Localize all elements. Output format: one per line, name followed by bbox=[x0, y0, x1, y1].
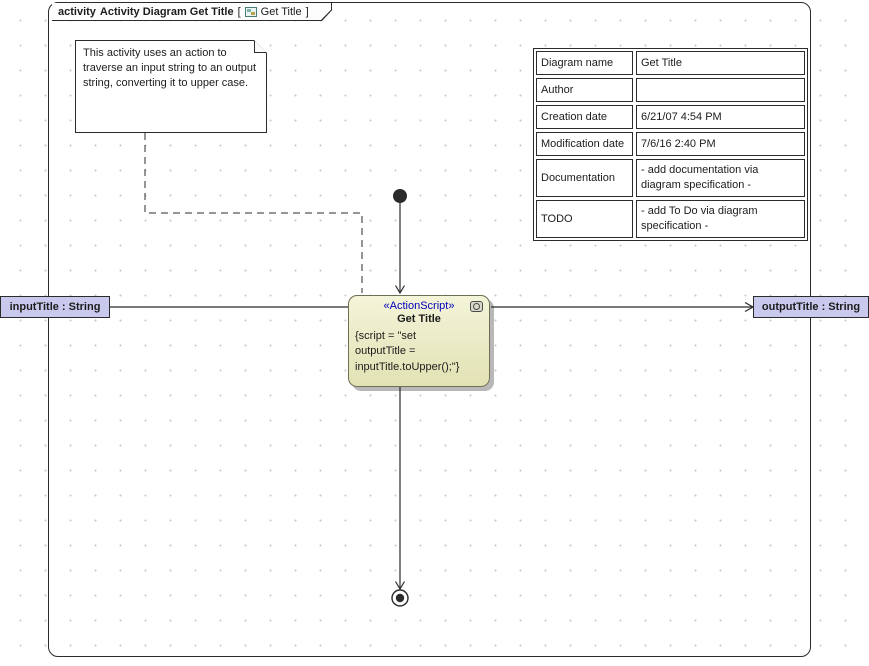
table-label-author: Author bbox=[536, 78, 633, 102]
action-script-line1: {script = "set bbox=[355, 329, 489, 344]
table-label-documentation: Documentation bbox=[536, 159, 633, 197]
table-label-todo: TODO bbox=[536, 200, 633, 238]
frame-keyword: activity bbox=[58, 6, 96, 18]
frame-context-close: ] bbox=[306, 6, 309, 18]
table-value-diagram-name: Get Title bbox=[636, 51, 805, 75]
table-label-modification-date: Modification date bbox=[536, 132, 633, 156]
table-value-todo: - add To Do via diagram specification - bbox=[636, 200, 805, 238]
action-node-get-title[interactable]: «ActionScript» Get Title {script = "set … bbox=[348, 295, 490, 387]
actionscript-icon bbox=[470, 301, 483, 312]
frame-context-open: [ bbox=[238, 6, 241, 18]
table-value-documentation: - add documentation via diagram specific… bbox=[636, 159, 805, 197]
table-value-modification-date: 7/6/16 2:40 PM bbox=[636, 132, 805, 156]
comment-note-text: This activity uses an action to traverse… bbox=[83, 47, 256, 89]
comment-note[interactable]: This activity uses an action to traverse… bbox=[75, 40, 267, 133]
table-label-creation-date: Creation date bbox=[536, 105, 633, 129]
table-label-diagram-name: Diagram name bbox=[536, 51, 633, 75]
table-value-creation-date: 6/21/07 4:54 PM bbox=[636, 105, 805, 129]
activity-diagram-icon bbox=[245, 7, 257, 17]
diagram-info-table[interactable]: Diagram name Get Title Author Creation d… bbox=[533, 48, 808, 241]
frame-context-name: Get Title bbox=[261, 6, 302, 18]
diagram-canvas[interactable]: activity Activity Diagram Get Title [ Ge… bbox=[0, 0, 869, 666]
action-script-line2: outputTitle = bbox=[355, 344, 489, 359]
table-value-author bbox=[636, 78, 805, 102]
parameter-node-output[interactable]: outputTitle : String bbox=[753, 296, 869, 318]
comment-note-body: This activity uses an action to traverse… bbox=[76, 41, 266, 132]
action-script-text: {script = "set outputTitle = inputTitle.… bbox=[349, 329, 489, 375]
frame-tab-content: activity Activity Diagram Get Title [ Ge… bbox=[52, 3, 331, 20]
action-stereotype: «ActionScript» bbox=[349, 300, 489, 312]
parameter-input-label: inputTitle : String bbox=[10, 301, 101, 313]
frame-tab[interactable]: activity Activity Diagram Get Title [ Ge… bbox=[52, 3, 332, 21]
action-script-line3: inputTitle.toUpper();"} bbox=[355, 360, 489, 375]
parameter-node-input[interactable]: inputTitle : String bbox=[0, 296, 110, 318]
frame-name: Activity Diagram Get Title bbox=[100, 6, 234, 18]
action-name: Get Title bbox=[349, 313, 489, 325]
parameter-output-label: outputTitle : String bbox=[762, 301, 860, 313]
